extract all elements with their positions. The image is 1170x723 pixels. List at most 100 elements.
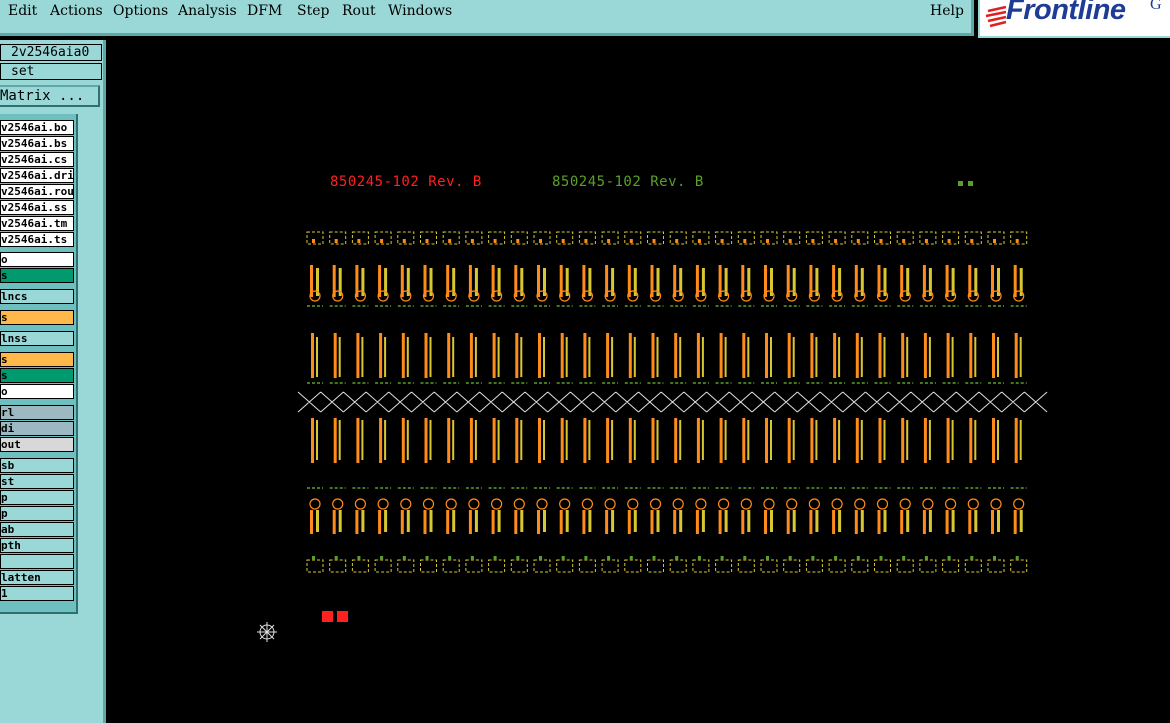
connector-outline: [465, 559, 483, 573]
connector-outline: [578, 231, 596, 245]
layer-item[interactable]: v2546ai.bs: [0, 136, 74, 151]
menu-rout[interactable]: Rout: [342, 3, 376, 19]
component-body: [651, 333, 655, 378]
connector-outline: [851, 559, 869, 573]
component-body: [992, 333, 995, 378]
connector-pin: [924, 239, 928, 243]
layer-item[interactable]: v2546ai.rou: [0, 184, 74, 199]
component-body: [674, 418, 678, 463]
menu-analysis[interactable]: Analysis: [178, 3, 237, 19]
component-body: [497, 510, 501, 532]
component-body: [424, 333, 428, 378]
menu-help[interactable]: Help: [930, 3, 964, 19]
component-body: [520, 420, 523, 460]
component-body: [1013, 510, 1017, 534]
component-body: [1014, 418, 1018, 463]
layer-item[interactable]: ab: [0, 522, 74, 537]
component-body: [833, 418, 837, 463]
component-body: [883, 337, 886, 377]
layer-item[interactable]: 1: [0, 586, 74, 601]
connector-outline: [1010, 559, 1028, 573]
via-ring: [922, 498, 934, 510]
menu-step[interactable]: Step: [297, 3, 329, 19]
connector-pin: [607, 239, 611, 243]
component-body: [424, 418, 428, 463]
component-body: [742, 333, 746, 378]
layer-item[interactable]: p: [0, 506, 74, 521]
connector-pin: [312, 556, 315, 560]
connector-outline: [964, 559, 982, 573]
layer-item[interactable]: s: [0, 268, 74, 283]
layer-item[interactable]: v2546ai.dri: [0, 168, 74, 183]
layer-item[interactable]: v2546ai.bo: [0, 120, 74, 135]
connector-outline: [760, 559, 778, 573]
connector-pin: [380, 239, 384, 243]
menu-dfm[interactable]: DFM: [247, 3, 282, 19]
job-name-field[interactable]: 2v2546aia0: [0, 44, 102, 61]
via-ring: [332, 498, 344, 510]
layer-item[interactable]: sb: [0, 458, 74, 473]
connector-outline: [329, 559, 347, 573]
layer-item[interactable]: pth: [0, 538, 74, 553]
component-body: [968, 510, 972, 534]
component-body: [429, 420, 432, 460]
connector-pin: [380, 556, 384, 560]
layer-item[interactable]: p: [0, 490, 74, 505]
layer-item[interactable]: lncs: [0, 289, 74, 304]
layer-item[interactable]: latten: [0, 570, 74, 585]
component-body: [1019, 510, 1023, 532]
layer-item[interactable]: v2546ai.ss: [0, 200, 74, 215]
component-body: [815, 420, 818, 460]
component-body: [361, 420, 364, 460]
menu-edit[interactable]: Edit: [8, 3, 37, 19]
layer-item[interactable]: st: [0, 474, 74, 489]
layer-item[interactable]: di: [0, 421, 74, 436]
connector-pin: [561, 556, 565, 560]
connector-pin: [312, 239, 315, 243]
layer-item[interactable]: lnss: [0, 331, 74, 346]
layer-item[interactable]: o: [0, 252, 74, 267]
layer-item[interactable]: s: [0, 310, 74, 325]
component-body: [628, 418, 632, 463]
layer-item[interactable]: o: [0, 384, 74, 399]
connector-outline: [533, 559, 551, 573]
component-body: [497, 420, 500, 460]
component-body: [951, 337, 954, 377]
component-body: [701, 337, 704, 377]
layer-item[interactable]: out: [0, 437, 74, 452]
layer-item[interactable]: v2546ai.tm: [0, 216, 74, 231]
connector-outline: [669, 559, 687, 573]
component-body: [860, 420, 863, 460]
tooling-pad: [322, 611, 333, 622]
connector-outline: [374, 559, 392, 573]
layer-item[interactable]: s: [0, 352, 74, 367]
menu-options[interactable]: Options: [113, 3, 168, 19]
connector-outline: [715, 559, 733, 573]
connector-outline: [351, 559, 369, 573]
component-body: [333, 418, 337, 463]
logo-text: Frontline: [1006, 0, 1126, 26]
score-line-pattern: [297, 391, 1048, 413]
layer-item[interactable]: rl: [0, 405, 74, 420]
connector-pin: [697, 239, 701, 243]
component-body: [628, 333, 632, 378]
via-ring: [513, 498, 525, 510]
menu-windows[interactable]: Windows: [388, 3, 452, 19]
layer-item[interactable]: [0, 554, 74, 569]
layer-item[interactable]: v2546ai.ts: [0, 232, 74, 247]
layer-item[interactable]: s: [0, 368, 74, 383]
layer-item[interactable]: v2546ai.cs: [0, 152, 74, 167]
component-body: [379, 333, 383, 378]
menu-actions[interactable]: Actions: [50, 3, 103, 19]
component-body: [997, 420, 999, 460]
component-body: [974, 510, 978, 532]
graphic-canvas[interactable]: 850245-102 Rev. B 850245-102 Rev. B: [106, 40, 1170, 723]
component-body: [792, 337, 795, 377]
connector-pin: [834, 239, 838, 243]
matrix-button[interactable]: Matrix ...: [0, 85, 100, 107]
component-body: [860, 510, 864, 532]
step-name-field[interactable]: set: [0, 63, 102, 80]
component-body: [379, 418, 383, 463]
via-ring: [672, 498, 684, 510]
connector-pin: [629, 556, 633, 560]
